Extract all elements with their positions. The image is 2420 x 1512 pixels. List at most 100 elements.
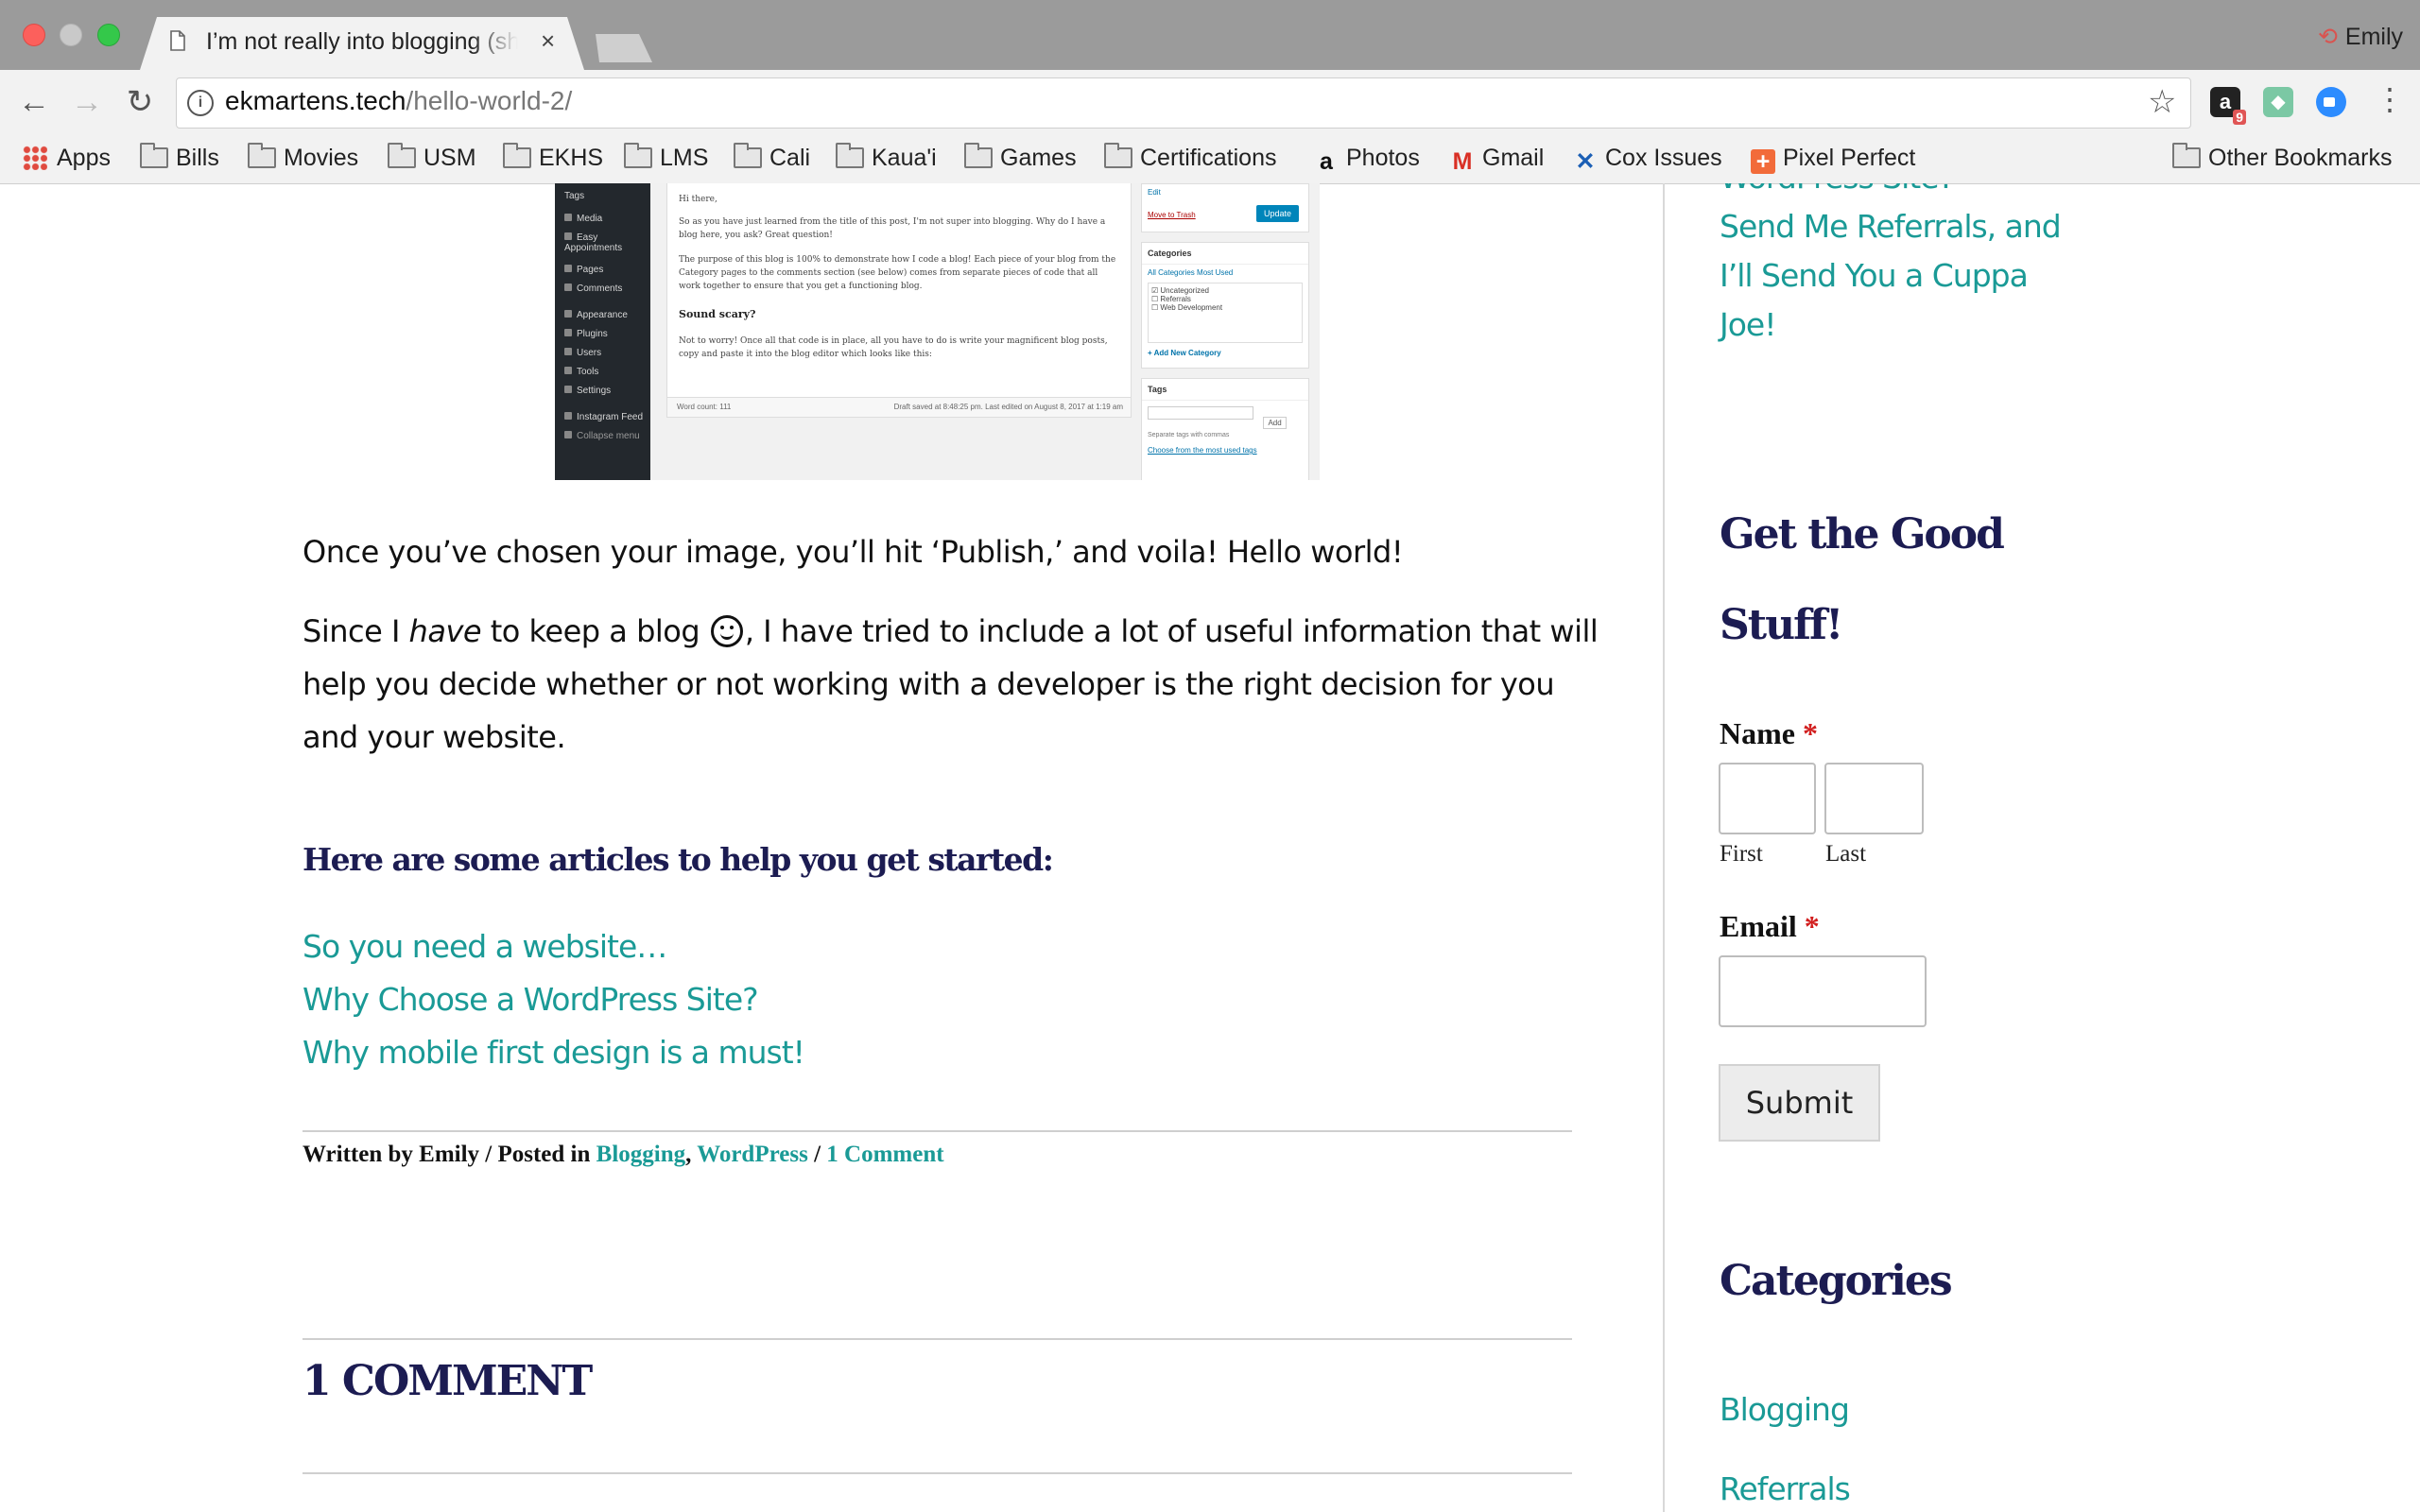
video-extension-icon[interactable] (2316, 87, 2346, 117)
sidebar-divider (1663, 183, 1665, 1512)
minimize-window-button[interactable] (60, 24, 82, 46)
admin-menu-item: Comments (564, 284, 622, 294)
smiley-icon (710, 615, 743, 647)
admin-menu-item: Users (564, 348, 601, 358)
amazon-icon: a (1320, 148, 1333, 175)
zoom-window-button[interactable] (97, 24, 120, 46)
category-link[interactable]: Referrals (1720, 1470, 1851, 1507)
sidebar-post-link[interactable]: Joe! (1720, 301, 1776, 350)
apps-grid-icon (23, 146, 47, 170)
close-window-button[interactable] (23, 24, 45, 46)
required-marker: * (1802, 716, 1818, 750)
publish-panel: Edit Move to Trash Update (1141, 183, 1309, 232)
bookmark-games[interactable]: Games (964, 142, 1077, 174)
extension-badge: 9 (2233, 110, 2246, 125)
admin-menu-item: Pages (564, 265, 603, 275)
folder-icon (964, 143, 993, 168)
name-label: Name * (1720, 716, 1818, 750)
extension-b-icon[interactable]: ◆ (2263, 87, 2293, 117)
signup-widget-title: Stuff! (1720, 601, 1843, 649)
browser-menu-icon[interactable]: ⋮ (2375, 81, 2405, 117)
email-input[interactable] (1719, 955, 1927, 1027)
back-arrow-icon[interactable]: ← (15, 83, 53, 121)
bookmark-ekhs[interactable]: EKHS (503, 142, 603, 174)
first-name-sublabel: First (1720, 841, 1763, 867)
tags-panel: Tags Add Separate tags with commas Choos… (1141, 378, 1309, 480)
bookmark-other[interactable]: Other Bookmarks (2172, 142, 2393, 174)
admin-menu-item: Easy Appointments (564, 232, 623, 253)
admin-menu-item: Appearance (564, 310, 628, 320)
bookmark-cox-issues[interactable]: ✕ Cox Issues (1573, 142, 1722, 174)
bookmark-kauai[interactable]: Kaua'i (836, 142, 937, 174)
articles-heading: Here are some articles to help you get s… (302, 841, 1054, 878)
admin-menu-item: Collapse menu (564, 431, 640, 441)
reload-icon[interactable]: ↻ (121, 83, 159, 121)
required-marker: * (1804, 909, 1820, 943)
folder-icon (2172, 143, 2201, 168)
folder-icon (140, 143, 168, 168)
tab-close-icon[interactable]: × (541, 26, 555, 56)
folder-icon (503, 143, 531, 168)
categories-panel: Categories All Categories Most Used ☑ Un… (1141, 242, 1309, 369)
wordpress-editor-screenshot: Tags Media Easy Appointments Pages Comme… (555, 183, 1320, 480)
tab-title: I’m not really into blogging (sh (206, 28, 518, 55)
profile-button[interactable]: ⟲ Emily (2318, 23, 2403, 51)
divider (302, 1130, 1572, 1132)
article-link[interactable]: Why Choose a WordPress Site? (302, 981, 759, 1018)
bookmark-apps[interactable]: Apps (23, 142, 111, 174)
bookmark-photos[interactable]: a Photos (1314, 142, 1420, 174)
admin-menu-item: Instagram Feed (564, 412, 643, 422)
category-link[interactable]: Blogging (1720, 1391, 1850, 1428)
first-name-input[interactable] (1719, 763, 1816, 834)
pixel-perfect-icon: + (1751, 149, 1775, 174)
post-meta: Written by Emily / Posted in Blogging, W… (302, 1142, 944, 1167)
folder-icon (388, 143, 416, 168)
category-link-blogging[interactable]: Blogging (596, 1142, 685, 1167)
article-link[interactable]: Why mobile first design is a must! (302, 1034, 805, 1071)
signup-widget-title: Get the Good (1720, 510, 2005, 558)
forward-arrow-icon[interactable]: → (68, 83, 106, 121)
admin-menu-item: Tools (564, 367, 598, 377)
bookmark-usm[interactable]: USM (388, 142, 476, 174)
admin-menu: Tags Media Easy Appointments Pages Comme… (555, 183, 650, 480)
submit-button[interactable]: Submit (1719, 1064, 1880, 1142)
article-link[interactable]: So you need a website… (302, 928, 667, 965)
profile-name: Emily (2344, 24, 2403, 50)
folder-icon (624, 143, 652, 168)
editor-status-bar: Word count: 111 Draft saved at 8:48:25 p… (666, 397, 1132, 418)
sidebar-post-link[interactable]: I’ll Send You a Cuppa (1720, 251, 2029, 301)
divider (302, 1472, 1572, 1474)
gmail-icon: M (1452, 148, 1473, 175)
comments-heading: 1 COMMENT (302, 1357, 593, 1405)
bookmark-movies[interactable]: Movies (248, 142, 358, 174)
category-link-wordpress[interactable]: WordPress (697, 1142, 808, 1167)
folder-icon (1104, 143, 1132, 168)
bookmark-lms[interactable]: LMS (624, 142, 708, 174)
admin-menu-item: Plugins (564, 329, 608, 339)
bookmark-gmail[interactable]: M Gmail (1450, 142, 1545, 175)
url-host: ekmartens.tech (225, 86, 406, 115)
email-label: Email * (1720, 909, 1820, 943)
url-path: /hello-world-2/ (406, 86, 573, 115)
sync-icon: ⟲ (2317, 24, 2338, 50)
last-name-sublabel: Last (1825, 841, 1867, 867)
url-text[interactable]: ekmartens.tech/hello-world-2/ (225, 86, 572, 116)
sidebar-post-link[interactable]: Send Me Referrals, and (1720, 202, 2062, 251)
folder-icon (734, 143, 762, 168)
divider (302, 1338, 1572, 1340)
last-name-input[interactable] (1824, 763, 1924, 834)
categories-widget-title: Categories (1720, 1257, 1953, 1305)
admin-menu-item: Settings (564, 386, 611, 396)
bookmark-pixel-perfect[interactable]: + Pixel Perfect (1751, 142, 1915, 174)
post-paragraph: Since I have to keep a blog , I have tri… (302, 613, 1599, 755)
info-icon[interactable]: i (187, 90, 214, 116)
extension-a-icon[interactable]: a9 (2210, 87, 2246, 125)
comments-link[interactable]: 1 Comment (826, 1142, 943, 1167)
folder-icon (248, 143, 276, 168)
folder-icon (836, 143, 864, 168)
bookmark-bills[interactable]: Bills (140, 142, 219, 174)
post-paragraph: Once you’ve chosen your image, you’ll hi… (302, 534, 1404, 570)
bookmark-star-icon[interactable]: ☆ (2148, 83, 2176, 121)
bookmark-cali[interactable]: Cali (734, 142, 810, 174)
bookmark-certifications[interactable]: Certifications (1104, 142, 1277, 174)
